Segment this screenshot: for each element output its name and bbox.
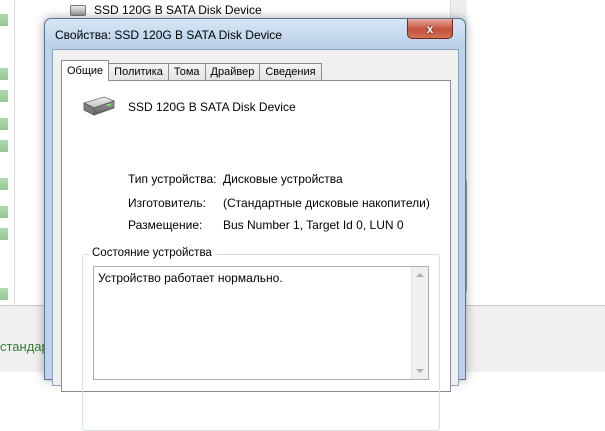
location-label: Размещение: xyxy=(128,218,203,232)
tab-details[interactable]: Сведения xyxy=(259,63,322,80)
tree-expander-mark xyxy=(0,140,8,152)
hard-drive-icon xyxy=(70,4,86,16)
tab-strip: Общие Политика Тома Драйвер Сведения xyxy=(61,60,322,81)
close-button[interactable]: x xyxy=(407,19,453,39)
tree-expander-mark xyxy=(0,14,8,26)
status-scrollbar[interactable] xyxy=(411,267,428,379)
tab-volumes[interactable]: Тома xyxy=(167,63,206,80)
tab-driver[interactable]: Драйвер xyxy=(204,63,261,80)
tree-expander-mark xyxy=(0,178,8,190)
scroll-down-icon[interactable] xyxy=(416,369,424,373)
tree-expander-mark xyxy=(0,90,8,102)
location-value: Bus Number 1, Target Id 0, LUN 0 xyxy=(223,218,404,232)
device-type-value: Дисковые устройства xyxy=(223,172,343,186)
tree-item-label: SSD 120G B SATA Disk Device xyxy=(94,3,262,17)
tab-general[interactable]: Общие xyxy=(61,60,110,81)
manufacturer-value: (Стандартные дисковые накопители) xyxy=(223,196,430,210)
tab-policy[interactable]: Политика xyxy=(108,63,169,80)
device-status-text: Устройство работает нормально. xyxy=(98,271,283,285)
device-manager-left-edge xyxy=(0,0,15,335)
tree-expander-mark xyxy=(0,288,8,300)
tree-expander-mark xyxy=(0,68,8,80)
device-type-label: Тип устройства: xyxy=(128,172,217,186)
device-status-group-title: Состояние устройства xyxy=(89,247,215,259)
close-icon: x xyxy=(426,21,434,36)
tree-expander-mark xyxy=(0,118,8,130)
tree-item-ssd[interactable]: SSD 120G B SATA Disk Device xyxy=(70,0,262,20)
properties-dialog: Свойства: SSD 120G B SATA Disk Device x … xyxy=(44,18,466,431)
dialog-title: Свойства: SSD 120G B SATA Disk Device xyxy=(55,28,282,42)
dialog-client-area: Общие Политика Тома Драйвер Сведения SSD… xyxy=(52,49,459,431)
dialog-titlebar[interactable]: Свойства: SSD 120G B SATA Disk Device x xyxy=(45,19,465,49)
device-status-group: Состояние устройства Устройство работает… xyxy=(82,247,440,431)
manufacturer-label: Изготовитель: xyxy=(128,196,206,210)
general-tab-page: SSD 120G B SATA Disk Device Тип устройст… xyxy=(61,80,451,431)
scroll-up-icon[interactable] xyxy=(416,273,424,277)
device-name: SSD 120G B SATA Disk Device xyxy=(128,100,296,114)
background-status-text: стандар xyxy=(0,339,49,354)
tree-expander-mark xyxy=(0,206,8,218)
tree-expander-mark xyxy=(0,228,8,240)
hard-drive-icon xyxy=(82,96,116,116)
device-status-textbox[interactable]: Устройство работает нормально. xyxy=(93,266,429,380)
